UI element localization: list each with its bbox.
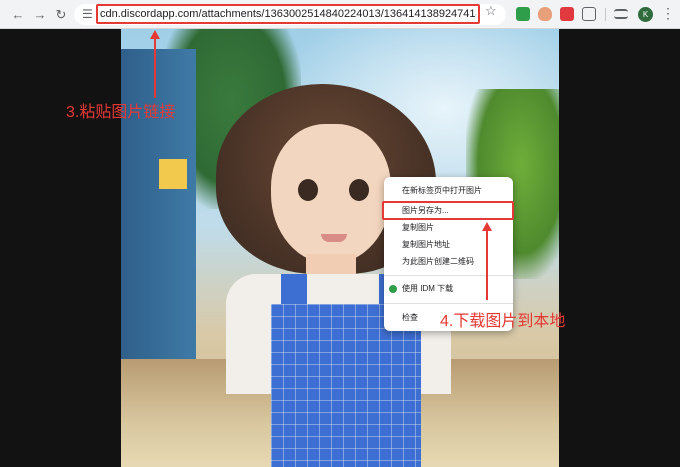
save-as-highlight-box	[382, 201, 514, 220]
more-menu-icon[interactable]: ⋮	[661, 6, 675, 21]
menu-open-image-new-tab[interactable]: 在新标签页中打开图片	[384, 183, 513, 199]
back-icon[interactable]: ←	[10, 6, 26, 22]
girl-face	[271, 124, 391, 264]
menu-copy-image-address[interactable]: 复制图片地址	[384, 237, 513, 253]
menu-copy-image[interactable]: 复制图片	[384, 220, 513, 236]
menu-separator	[384, 275, 513, 276]
image-sign	[159, 159, 187, 189]
avatar[interactable]: K	[638, 7, 653, 22]
menu-create-qr-code[interactable]: 为此图片创建二维码	[384, 254, 513, 270]
idm-extension-icon[interactable]	[516, 7, 530, 21]
url-text[interactable]: cdn.discordapp.com/attachments/136300251…	[100, 8, 476, 21]
image-building	[121, 49, 196, 379]
arrow-shaft	[486, 230, 488, 300]
girl-mouth	[321, 234, 347, 242]
forward-icon[interactable]: →	[32, 6, 48, 22]
reload-icon[interactable]: ↻	[53, 6, 69, 22]
arrow-shaft	[154, 38, 156, 98]
shield-extension-icon[interactable]	[538, 7, 552, 21]
menu-separator	[384, 303, 513, 304]
reading-list-icon[interactable]	[614, 9, 628, 19]
site-info-icon[interactable]: ☰	[82, 7, 93, 22]
toolbar-separator	[605, 8, 606, 21]
url-highlight-box: cdn.discordapp.com/attachments/136300251…	[96, 4, 480, 24]
step3-annotation: 3.粘贴图片链接	[66, 104, 176, 121]
puzzle-extensions-icon[interactable]	[582, 7, 596, 21]
browser-toolbar: ← → ↻ ☰ cdn.discordapp.com/attachments/1…	[0, 0, 680, 29]
girl-eye-left	[298, 179, 318, 201]
gift-extension-icon[interactable]	[560, 7, 574, 21]
step4-annotation: 4.下载图片到本地	[440, 313, 566, 330]
bookmark-star-icon[interactable]: ☆	[485, 3, 497, 18]
idm-icon	[389, 285, 397, 293]
menu-download-with-idm[interactable]: 使用 IDM 下载	[384, 281, 513, 297]
menu-idm-label: 使用 IDM 下载	[402, 284, 454, 293]
girl-eye-right	[349, 179, 369, 201]
